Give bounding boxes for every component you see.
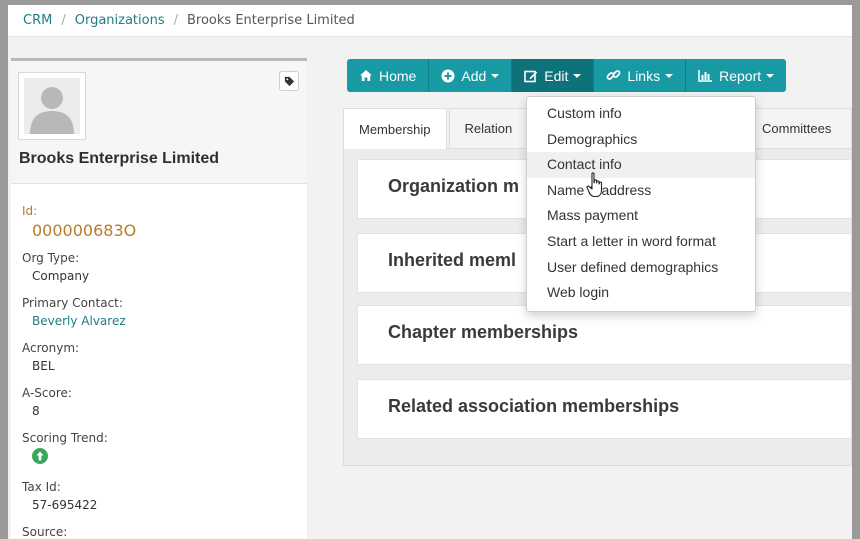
menu-item-start-letter[interactable]: Start a letter in word format [527, 229, 755, 255]
tag-icon [284, 76, 294, 86]
report-button[interactable]: Report [686, 59, 787, 92]
report-label: Report [719, 67, 762, 84]
menu-item-user-defined-demographics[interactable]: User defined demographics [527, 255, 755, 281]
avatar[interactable] [18, 72, 86, 140]
section-related-association-memberships[interactable]: Related association memberships [357, 379, 852, 439]
edit-icon [524, 69, 538, 83]
home-icon [359, 69, 373, 82]
link-icon [606, 68, 621, 83]
edit-label: Edit [544, 67, 569, 84]
tax-id-value: 57-695422 [32, 498, 98, 512]
menu-item-mass-payment[interactable]: Mass payment [527, 203, 755, 229]
plus-circle-icon [441, 69, 455, 83]
ascore-value: 8 [32, 404, 40, 418]
person-silhouette-icon [30, 87, 74, 134]
ascore-label: A-Score: [22, 386, 72, 400]
chevron-down-icon [573, 73, 582, 78]
id-label: Id: [22, 204, 38, 218]
org-type-label: Org Type: [22, 251, 80, 265]
scoring-trend-label: Scoring Trend: [22, 431, 108, 445]
acronym-label: Acronym: [22, 341, 80, 355]
menu-item-contact-info[interactable]: Contact info [527, 152, 755, 178]
id-value: 000000683O [32, 221, 137, 240]
scoring-trend-value [22, 448, 307, 468]
tab-relations[interactable]: Relation [448, 108, 529, 148]
edit-menu: Custom info Demographics Contact info Na… [526, 96, 756, 312]
links-label: Links [627, 67, 661, 84]
app-frame: CRM / Organizations / Brooks Enterprise Limi… [8, 5, 852, 539]
tab-membership[interactable]: Membership [343, 108, 447, 149]
organization-header: Brooks Enterprise Limited [11, 61, 307, 184]
organization-fields: Id: 000000683O Org Type: Company Primary… [11, 184, 307, 539]
acronym-value: BEL [32, 359, 55, 373]
organization-name: Brooks Enterprise Limited [19, 150, 220, 167]
chevron-down-icon [766, 73, 775, 78]
menu-item-name-address[interactable]: Name & address [527, 178, 755, 204]
tab-bar: Membership Relation Committees [343, 108, 852, 149]
edit-button[interactable]: Edit [512, 59, 595, 92]
bar-chart-icon [698, 69, 713, 82]
organization-sidebar: Brooks Enterprise Limited Id: 000000683O… [11, 58, 307, 539]
org-type-value: Company [32, 269, 90, 283]
hand-pointer-icon [586, 172, 606, 202]
breadcrumb-separator: / [173, 13, 178, 28]
primary-contact-label: Primary Contact: [22, 296, 123, 310]
arrow-up-circle-icon [32, 448, 48, 464]
chevron-down-icon [665, 73, 674, 78]
action-toolbar: Home Add Edit Links Report [347, 59, 787, 92]
section-chapter-memberships[interactable]: Chapter memberships [357, 305, 852, 365]
menu-item-custom-info[interactable]: Custom info [527, 101, 755, 127]
menu-item-demographics[interactable]: Demographics [527, 127, 755, 153]
tab-committees[interactable]: Committees [746, 108, 852, 148]
breadcrumb-organizations[interactable]: Organizations [75, 13, 165, 28]
home-button[interactable]: Home [347, 59, 430, 92]
primary-contact-link[interactable]: Beverly Alvarez [22, 313, 307, 329]
breadcrumb-crm[interactable]: CRM [23, 13, 52, 28]
add-label: Add [461, 67, 487, 84]
breadcrumb-separator: / [61, 13, 66, 28]
tag-button[interactable] [279, 71, 299, 91]
add-button[interactable]: Add [429, 59, 513, 92]
breadcrumb: CRM / Organizations / Brooks Enterprise Limi… [8, 5, 852, 37]
tax-id-label: Tax Id: [22, 480, 61, 494]
menu-item-web-login[interactable]: Web login [527, 280, 755, 306]
home-label: Home [379, 67, 417, 84]
links-button[interactable]: Links [594, 59, 687, 92]
source-label: Source: [22, 525, 68, 539]
breadcrumb-current: Brooks Enterprise Limited [187, 13, 355, 28]
chevron-down-icon [491, 73, 500, 78]
